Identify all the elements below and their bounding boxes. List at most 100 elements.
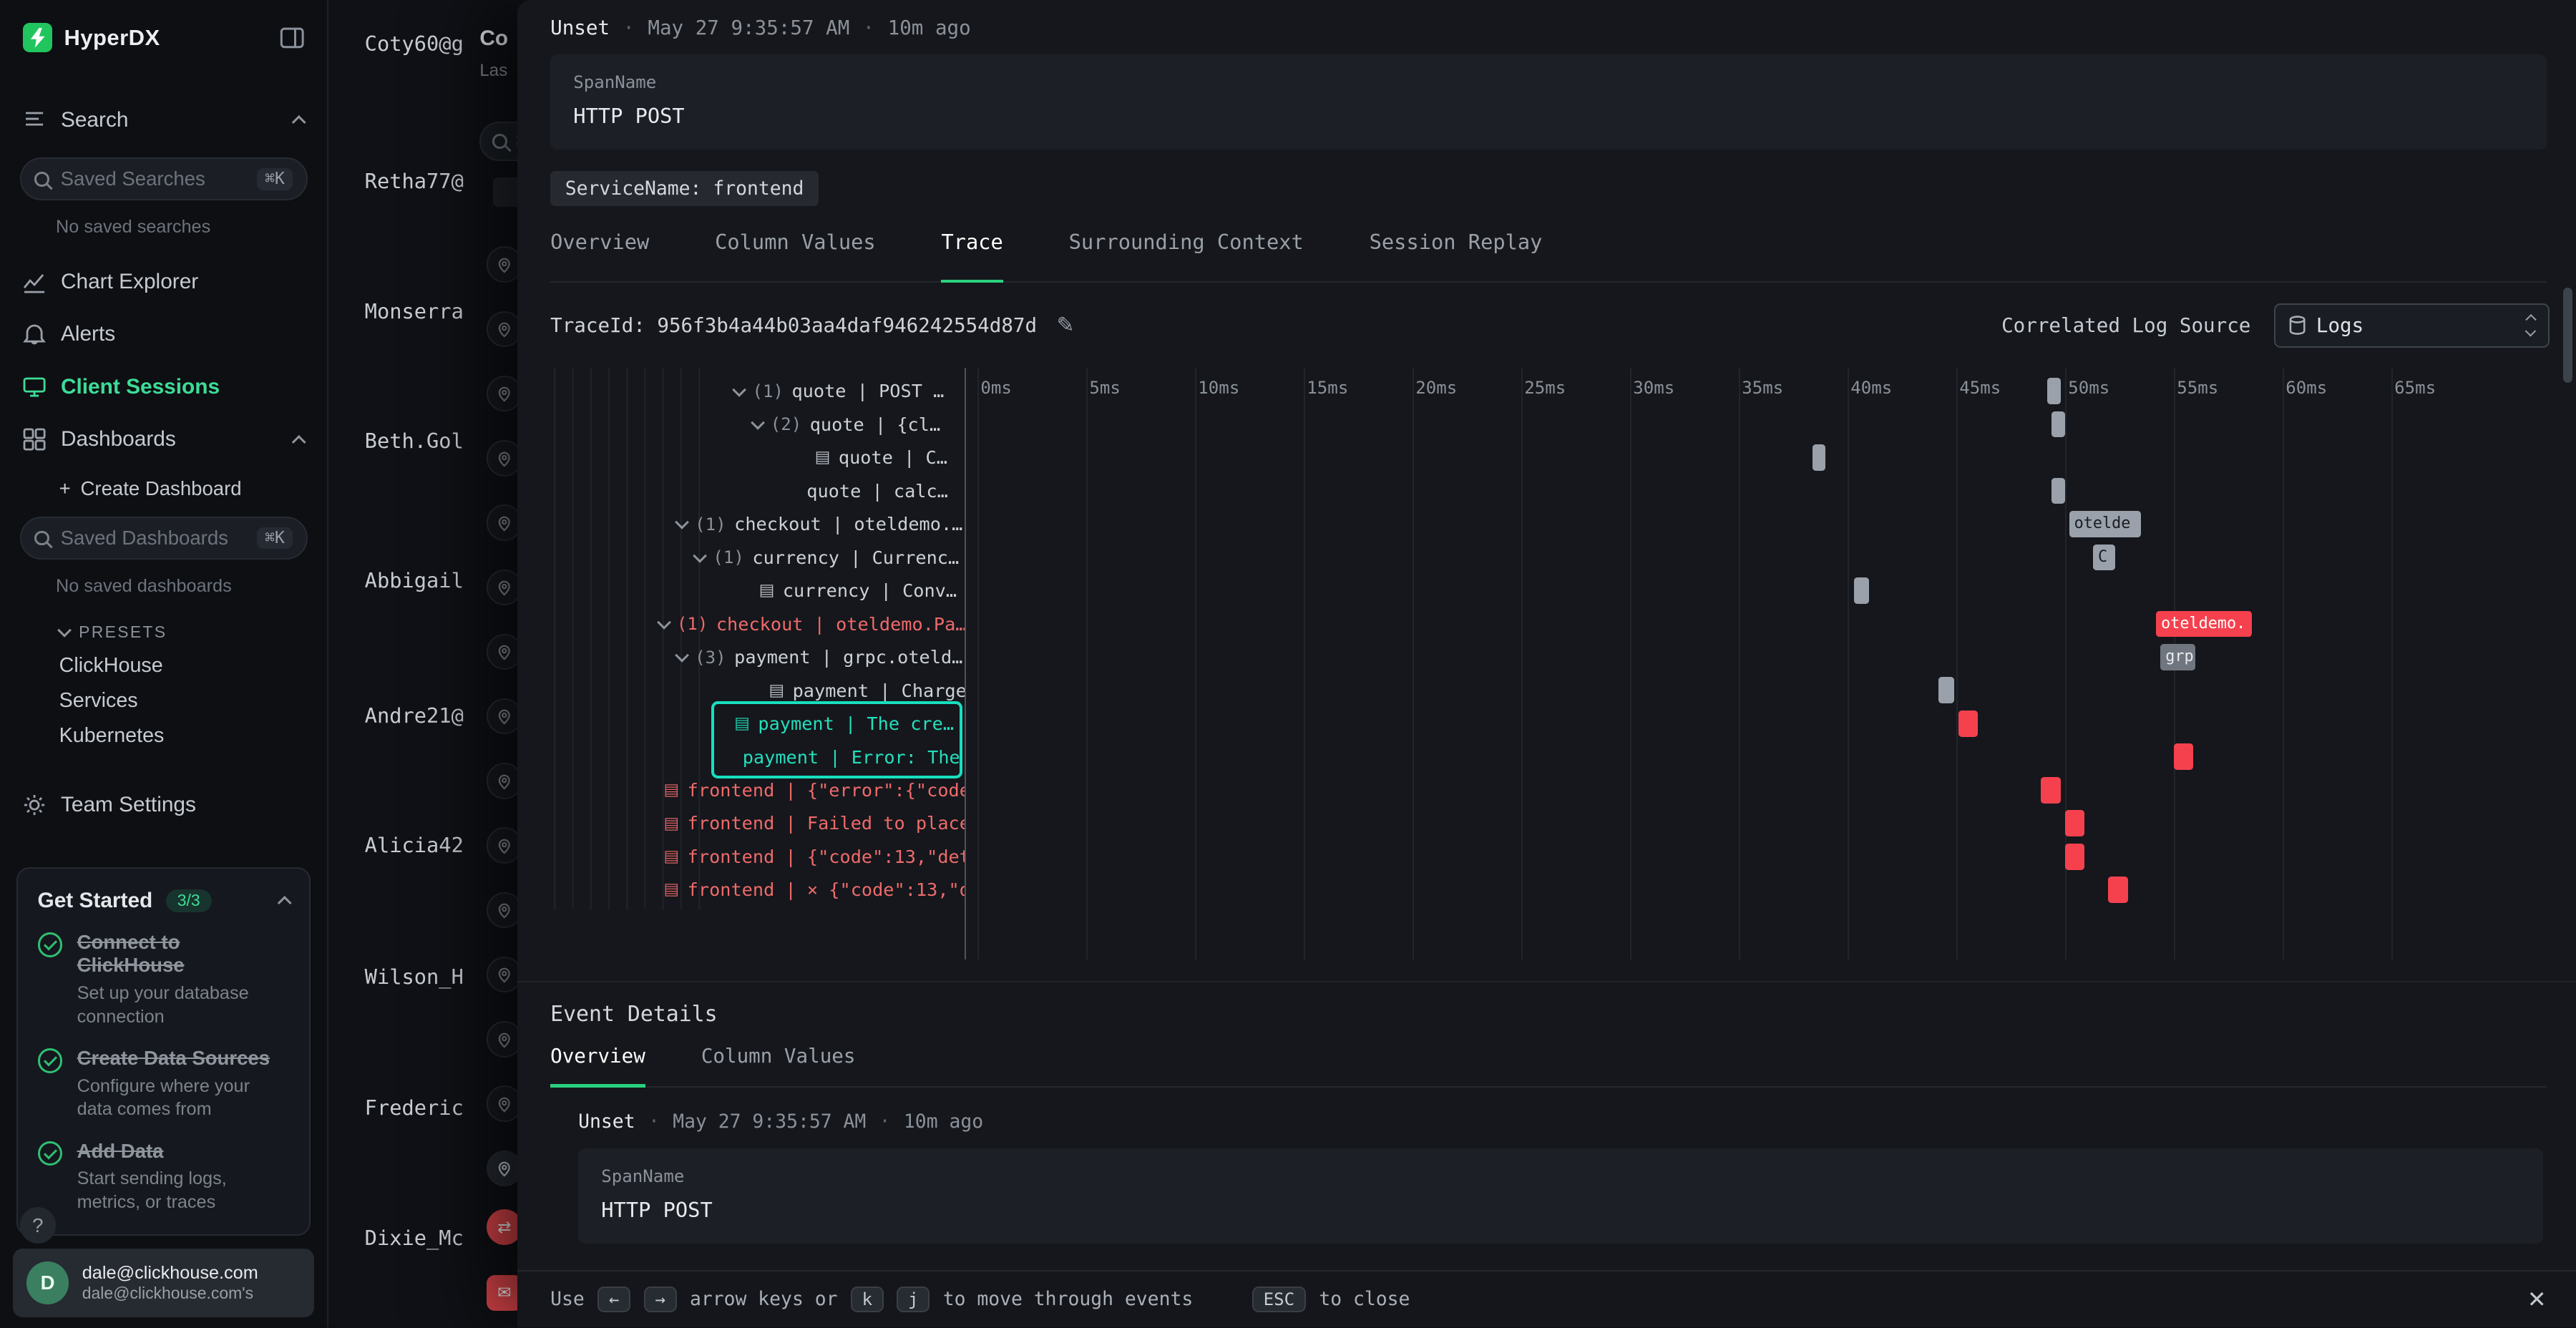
close-icon[interactable]: ✕ <box>2527 1286 2547 1313</box>
span-tree-row[interactable]: ▤currency | Conv… <box>550 574 965 607</box>
user-menu[interactable]: D dale@clickhouse.com dale@clickhouse.co… <box>13 1249 313 1317</box>
map-pin-icon[interactable] <box>487 892 518 929</box>
sidebar-item-dashboards[interactable]: Dashboards <box>0 419 327 462</box>
session-list-item[interactable]: Dixie_Mc <box>365 1226 464 1250</box>
span-bar[interactable] <box>2108 877 2127 903</box>
span-tree-row[interactable]: (2)quote | {cl… <box>550 408 965 441</box>
span-tree-row[interactable]: quote | calc… <box>550 474 965 507</box>
saved-searches-input[interactable]: Saved Searches ⌘K <box>20 157 308 200</box>
span-bar[interactable]: grp <box>2160 644 2195 670</box>
span-tree-row[interactable]: ▤frontend | Failed to place… <box>550 807 965 840</box>
event-details-tab-overview[interactable]: Overview <box>550 1045 645 1086</box>
map-pin-icon[interactable] <box>487 1085 518 1122</box>
get-started-item[interactable]: Connect to ClickHouseSet up your databas… <box>38 931 290 1029</box>
span-tree-row[interactable]: (1)checkout | oteldemo.Pa… <box>550 607 965 640</box>
session-list-item[interactable]: Abbigail <box>365 568 464 592</box>
session-search-input[interactable]: Se <box>479 122 517 161</box>
map-pin-icon[interactable] <box>487 1151 518 1187</box>
get-started-item[interactable]: Add DataStart sending logs, metrics, or … <box>38 1140 290 1215</box>
map-pin-icon[interactable] <box>487 957 518 993</box>
tab-surrounding-context[interactable]: Surrounding Context <box>1069 230 1304 280</box>
tab-overview[interactable]: Overview <box>550 230 649 280</box>
chevron-down-icon[interactable] <box>675 516 688 529</box>
mail-icon[interactable]: ✉ <box>487 1275 518 1312</box>
span-bar[interactable] <box>2051 478 2064 504</box>
chevron-down-icon[interactable] <box>732 383 746 396</box>
tab-column-values[interactable]: Column Values <box>715 230 876 280</box>
map-pin-icon[interactable] <box>487 1021 518 1058</box>
span-tree-row[interactable]: (1)quote | POST … <box>550 374 965 407</box>
preset-item-clickhouse[interactable]: ClickHouse <box>0 654 327 678</box>
map-pin-icon[interactable] <box>487 827 518 864</box>
preset-item-kubernetes[interactable]: Kubernetes <box>0 724 327 748</box>
span-tree-row[interactable]: (1)currency | Currenc… <box>550 541 965 574</box>
span-bar[interactable] <box>2065 810 2084 836</box>
hyperdx-logo[interactable]: HyperDX <box>23 23 160 52</box>
span-bar[interactable] <box>2041 777 2060 804</box>
map-pin-icon[interactable] <box>487 570 518 606</box>
span-tree-row[interactable]: ▤frontend | × {"code":13,"d… <box>550 874 965 907</box>
chevron-up-icon[interactable] <box>278 896 291 909</box>
span-tree-row[interactable]: ▤frontend | {"error":{"code… <box>550 773 965 806</box>
preset-item-services[interactable]: Services <box>0 689 327 713</box>
tab-trace[interactable]: Trace <box>941 230 1002 280</box>
session-list-item[interactable]: Wilson_H <box>365 965 464 989</box>
scrollbar-thumb[interactable] <box>2563 288 2573 383</box>
sidebar-item-search[interactable]: Search <box>0 99 327 142</box>
span-bar[interactable]: otelde <box>2069 511 2141 537</box>
sidebar-item-alerts[interactable]: Alerts <box>0 313 327 356</box>
create-dashboard-button[interactable]: + Create Dashboard <box>59 477 328 500</box>
map-pin-icon[interactable] <box>487 440 518 477</box>
chevron-down-icon[interactable] <box>693 549 706 562</box>
span-tree-row[interactable]: ▤quote | C… <box>550 441 965 474</box>
span-bar[interactable] <box>2051 411 2064 438</box>
span-bar[interactable]: C <box>2093 545 2114 571</box>
map-pin-icon[interactable] <box>487 634 518 670</box>
get-started-item[interactable]: Create Data SourcesConfigure where your … <box>38 1047 290 1122</box>
chevron-down-icon[interactable] <box>657 615 670 629</box>
span-tree-row[interactable]: payment | Error: The … <box>550 741 965 773</box>
session-list-item[interactable]: Alicia42 <box>365 833 464 857</box>
map-pin-icon[interactable] <box>487 246 518 283</box>
saved-dashboards-input[interactable]: Saved Dashboards ⌘K <box>20 517 308 560</box>
span-bar[interactable] <box>2174 743 2193 770</box>
chevron-down-icon[interactable] <box>751 416 764 429</box>
session-list-item[interactable]: Monserra <box>365 299 464 323</box>
span-bar[interactable] <box>2065 844 2084 870</box>
session-replay-icon[interactable]: ⇄ <box>487 1209 518 1246</box>
map-pin-icon[interactable] <box>487 311 518 348</box>
presets-header[interactable]: PRESETS <box>59 622 328 642</box>
event-details-tab-column-values[interactable]: Column Values <box>701 1045 856 1086</box>
session-list-item[interactable]: Retha77@ <box>365 169 464 193</box>
span-bar[interactable] <box>2047 378 2060 404</box>
session-list-item[interactable]: Frederic <box>365 1095 464 1120</box>
sidebar-item-client-sessions[interactable]: Client Sessions <box>0 366 327 409</box>
span-bar[interactable]: oteldemo. <box>2156 611 2252 638</box>
span-bar[interactable] <box>1958 711 1978 737</box>
chevron-down-icon[interactable] <box>675 649 688 663</box>
sidebar-item-team-settings[interactable]: Team Settings <box>0 783 327 826</box>
help-button[interactable]: ? <box>20 1207 57 1244</box>
map-pin-icon[interactable] <box>487 698 518 735</box>
span-tree-row[interactable]: (3)payment | grpc.oteld… <box>550 640 965 673</box>
session-list-item[interactable]: Coty60@g <box>365 31 464 56</box>
span-tree-row[interactable]: (1)checkout | oteldemo.… <box>550 507 965 540</box>
map-pin-icon[interactable] <box>487 504 518 541</box>
session-list-item[interactable]: Andre21@ <box>365 703 464 728</box>
map-pin-icon[interactable] <box>487 763 518 799</box>
map-pin-icon[interactable] <box>487 376 518 412</box>
session-filter-box[interactable] <box>493 177 517 207</box>
span-bar[interactable] <box>1854 577 1869 604</box>
span-bar[interactable] <box>1813 444 1825 471</box>
log-source-select[interactable]: Logs <box>2274 303 2550 348</box>
edit-icon[interactable]: ✎ <box>1057 313 1075 338</box>
span-bar[interactable] <box>1938 677 1953 703</box>
collapse-sidebar-icon[interactable] <box>280 27 304 49</box>
session-list-item[interactable]: Beth.Gol <box>365 429 464 453</box>
service-name-badge[interactable]: ServiceName: frontend <box>550 171 819 206</box>
span-tree-row[interactable]: ▤payment | Charge … <box>550 674 965 707</box>
span-tree-row[interactable]: ▤frontend | {"code":13,"det… <box>550 840 965 873</box>
span-tree-row[interactable]: ▤payment | The cre… <box>550 707 965 740</box>
sidebar-item-chart-explorer[interactable]: Chart Explorer <box>0 260 327 303</box>
tab-session-replay[interactable]: Session Replay <box>1370 230 1543 280</box>
